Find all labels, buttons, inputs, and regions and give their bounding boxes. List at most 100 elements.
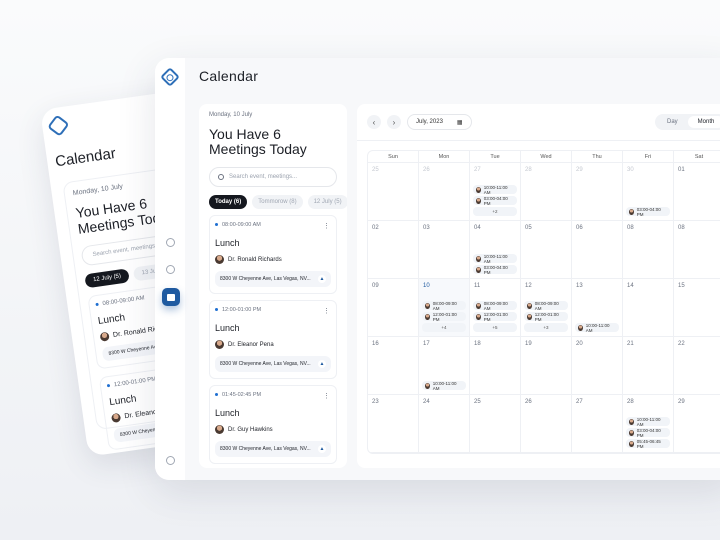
event-pill[interactable]: 08:00-09:00 AM — [524, 300, 568, 311]
more-events-button[interactable]: +3 — [524, 323, 568, 332]
event-pill[interactable]: 03:00-04:00 PM — [626, 428, 670, 438]
day-cell[interactable]: 29 — [674, 395, 720, 453]
event-pill[interactable]: 03:00-04:00 PM — [473, 265, 517, 275]
event-pill[interactable]: 08:00-09:00 AM — [473, 301, 517, 311]
next-month-button[interactable]: › — [387, 115, 401, 129]
day-number: 03 — [423, 225, 430, 231]
doctor-name: Dr. Eleanor Pena — [228, 341, 274, 348]
tab-0[interactable]: Today (6) — [209, 195, 248, 209]
day-cell[interactable]: 26 — [419, 163, 470, 221]
navigate-icon[interactable]: ▲ — [318, 275, 326, 283]
more-options-icon[interactable]: ⋮ — [323, 307, 330, 315]
nav-home-icon[interactable] — [166, 238, 175, 247]
day-cell[interactable]: 24 — [419, 395, 470, 453]
nav-chat-icon[interactable] — [166, 265, 175, 274]
event-card[interactable]: 08:00-09:00 AM ⋮ Lunch Dr. Ronald Richards 8… — [209, 215, 337, 294]
more-options-icon[interactable]: ⋮ — [323, 392, 330, 400]
event-pill[interactable]: 05:45-06:45 PM — [626, 439, 670, 449]
day-cell[interactable]: 27 10:00-11:00 AM 03:00-04:00 PM +2 — [470, 163, 521, 221]
day-cell[interactable]: 11 08:00-09:00 AM 12:00-01:00 PM +5 — [470, 279, 521, 337]
event-pill[interactable]: 10:00-11:00 AM — [473, 185, 517, 195]
tab-0[interactable]: 12 July (5) — [84, 268, 130, 289]
day-cell[interactable]: 25 — [470, 395, 521, 453]
more-events-button[interactable]: +2 — [473, 207, 517, 216]
navigate-icon[interactable]: ▲ — [318, 445, 326, 453]
day-cell[interactable]: 20 — [572, 337, 623, 395]
day-cell[interactable]: 23 — [368, 395, 419, 453]
day-cell[interactable]: 22 — [674, 337, 720, 395]
day-cell[interactable]: 03 — [419, 221, 470, 279]
day-cell[interactable]: 28 10:00-11:00 AM 03:00-04:00 PM 05:45-06:4… — [623, 395, 674, 453]
day-cell[interactable]: 30 03:00-04:00 PM — [623, 163, 674, 221]
event-pill[interactable]: 08:00-09:00 AM — [422, 301, 466, 311]
day-number: 09 — [372, 283, 379, 289]
event-pill[interactable]: 03:00-04:00 PM — [473, 196, 517, 206]
event-name: Lunch — [215, 238, 240, 248]
event-card[interactable]: 12:00-01:00 PM ⋮ Lunch Dr. Eleanor Pena 8300… — [209, 300, 337, 379]
more-events-button[interactable]: +4 — [422, 323, 466, 332]
event-time: 08:00-09:00 AM — [534, 300, 559, 311]
day-cell[interactable]: 21 — [623, 337, 674, 395]
day-cell[interactable]: 27 — [572, 395, 623, 453]
avatar — [527, 313, 532, 320]
event-time: 12:00-01:00 PM — [534, 311, 559, 322]
day-number: 29 — [678, 399, 685, 405]
day-cell[interactable]: 12 08:00-09:00 AM 12:00-01:00 PM +3 — [521, 279, 572, 337]
avatar — [629, 429, 634, 436]
more-options-icon[interactable]: ⋮ — [323, 222, 330, 230]
day-number: 20 — [576, 341, 583, 347]
avatar — [425, 382, 430, 389]
event-card[interactable]: 01:45-02:45 PM ⋮ Lunch Dr. Guy Hawkins 8300 … — [209, 385, 337, 464]
day-cell[interactable]: 06 — [572, 221, 623, 279]
day-cell[interactable]: 18 — [470, 337, 521, 395]
avatar — [476, 197, 481, 204]
view-day-button[interactable]: Day — [657, 116, 688, 128]
day-cell[interactable]: 13 10:00-11:00 AM — [572, 279, 623, 337]
event-pill[interactable]: 10:00-11:00 AM — [575, 322, 619, 333]
event-pill[interactable]: 10:00-11:00 AM — [422, 380, 466, 391]
day-cell[interactable]: 26 — [521, 395, 572, 453]
nav-settings-icon[interactable] — [166, 456, 175, 465]
day-cell[interactable]: 19 — [521, 337, 572, 395]
day-cell[interactable]: 02 — [368, 221, 419, 279]
day-events: 10:00-11:00 AM 03:00-04:00 PM +2 — [473, 185, 517, 216]
day-cell[interactable]: 04 10:00-11:00 AM 03:00-04:00 PM — [470, 221, 521, 279]
day-cell[interactable]: 14 — [623, 279, 674, 337]
event-pill[interactable]: 12:00-01:00 PM — [473, 312, 517, 322]
day-events: 08:00-09:00 AM 12:00-01:00 PM +5 — [473, 301, 517, 332]
event-pill[interactable]: 12:00-01:00 PM — [422, 312, 466, 322]
event-pill[interactable]: 10:00-11:00 AM — [473, 254, 517, 264]
day-number: 25 — [372, 167, 379, 173]
tab-1[interactable]: Tommorow (8) — [252, 195, 303, 209]
navigate-icon[interactable]: ▲ — [318, 360, 326, 368]
day-cell[interactable]: 08 — [623, 221, 674, 279]
day-cell[interactable]: 05 — [521, 221, 572, 279]
avatar — [476, 255, 481, 262]
day-cell[interactable]: 09 — [368, 279, 419, 337]
month-picker[interactable]: July, 2023 ▦ — [407, 114, 472, 130]
day-cell[interactable]: 08 — [674, 221, 720, 279]
event-time: 10:00-11:00 AM — [585, 322, 610, 333]
event-pill[interactable]: 03:00-04:00 PM — [626, 207, 670, 217]
event-time: 10:00-11:00 AM — [432, 380, 457, 391]
event-pill[interactable]: 10:00-11:00 AM — [626, 416, 670, 427]
day-cell[interactable]: 01 — [674, 163, 720, 221]
nav-calendar-button[interactable] — [162, 288, 180, 306]
more-events-button[interactable]: +5 — [473, 323, 517, 332]
prev-month-button[interactable]: ‹ — [367, 115, 381, 129]
day-cell[interactable]: 10 08:00-09:00 AM 12:00-01:00 PM +4 — [419, 279, 470, 337]
day-cell[interactable]: 16 — [368, 337, 419, 395]
event-time: 10:00-11:00 AM — [636, 416, 661, 427]
avatar — [215, 425, 224, 434]
day-number: 28 — [525, 167, 532, 173]
day-cell[interactable]: 15 — [674, 279, 720, 337]
day-number: 14 — [627, 283, 634, 289]
day-cell[interactable]: 28 — [521, 163, 572, 221]
tab-2[interactable]: 12 July (5) — [307, 195, 347, 209]
search-input[interactable]: Search event, meetings... — [209, 167, 337, 187]
day-cell[interactable]: 29 — [572, 163, 623, 221]
day-cell[interactable]: 17 10:00-11:00 AM — [419, 337, 470, 395]
view-month-button[interactable]: Month — [687, 116, 720, 128]
day-cell[interactable]: 25 — [368, 163, 419, 221]
event-pill[interactable]: 12:00-01:00 PM — [524, 311, 568, 322]
